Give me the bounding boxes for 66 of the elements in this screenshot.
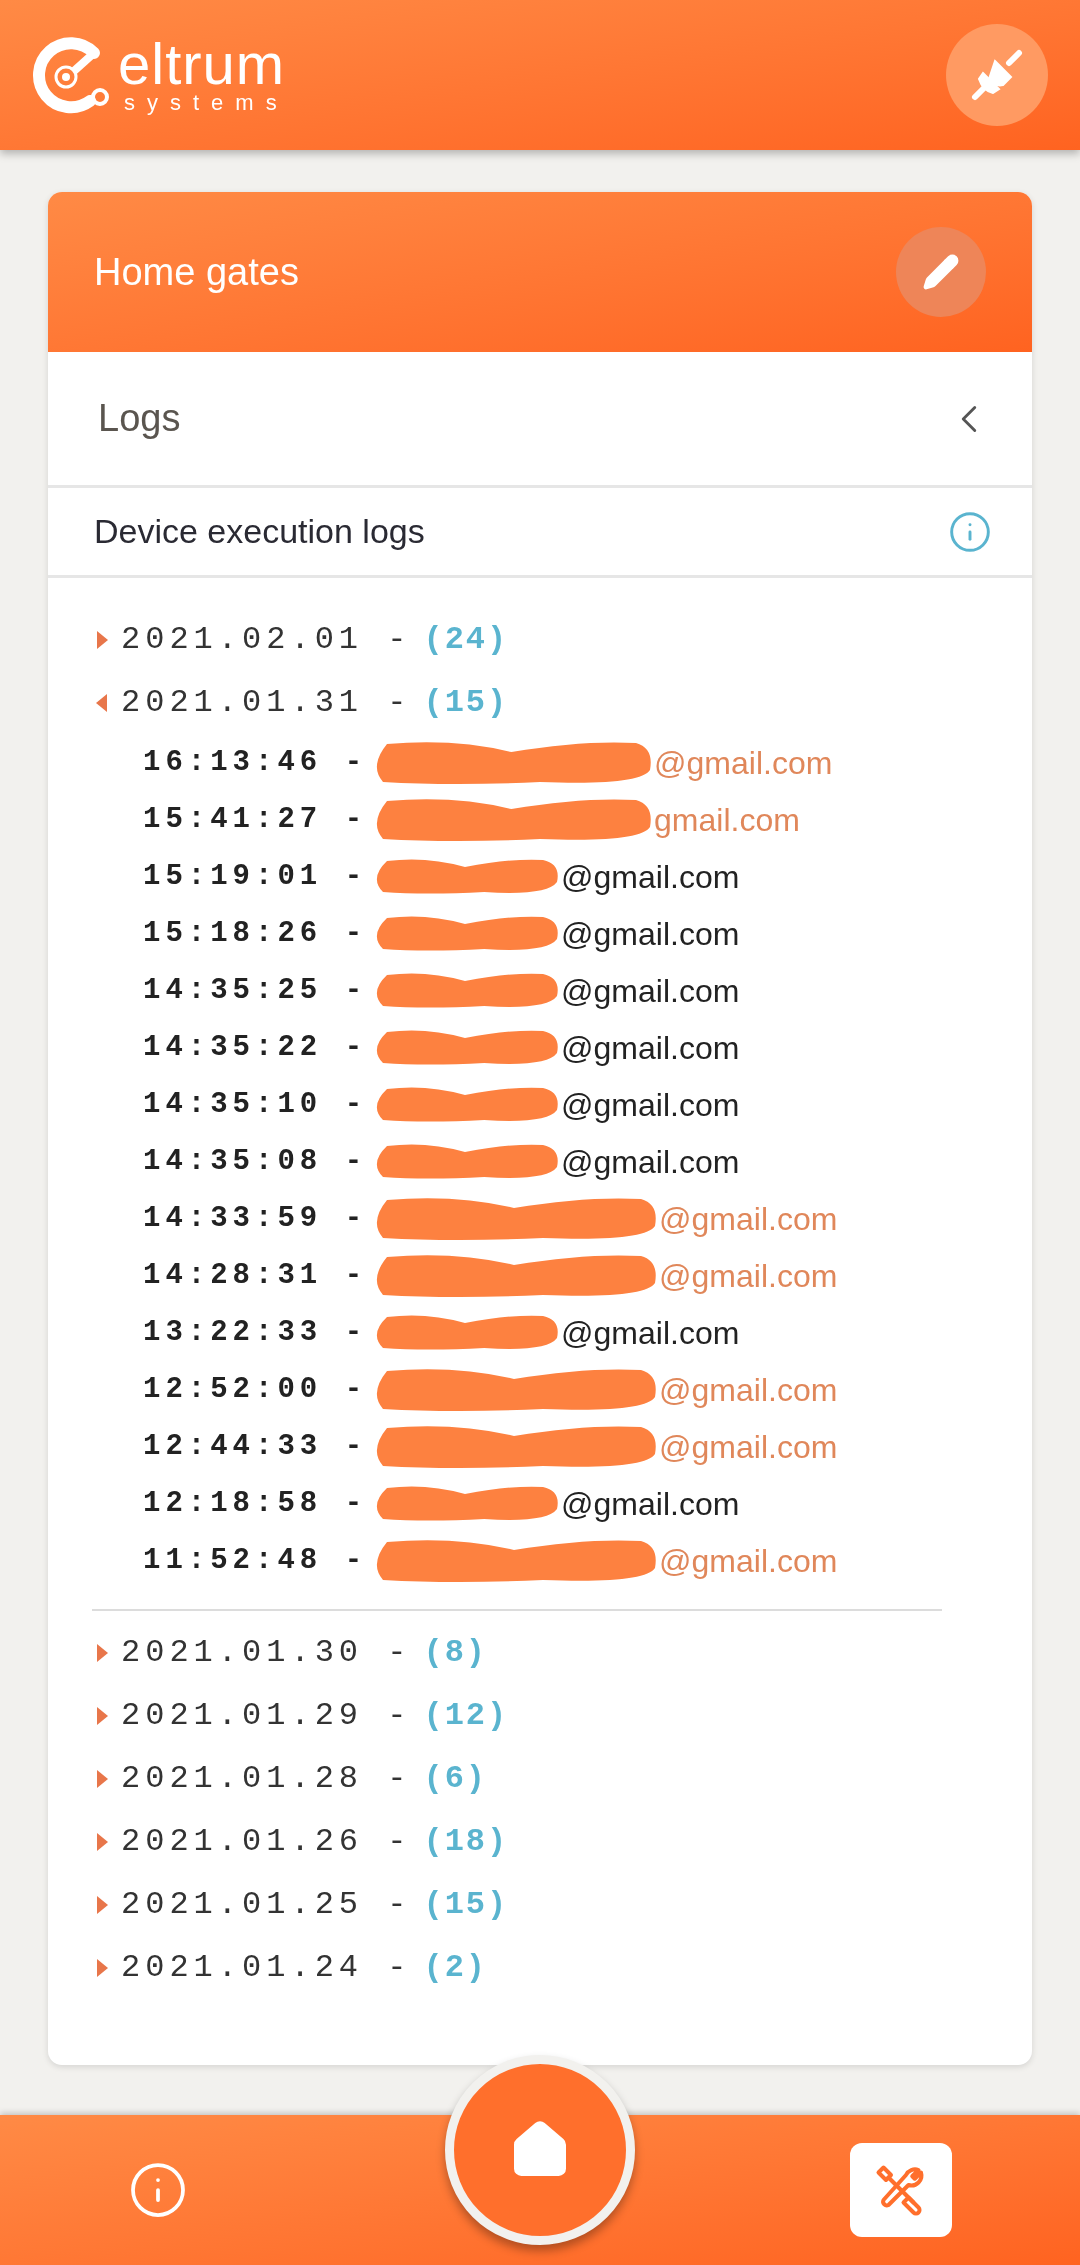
log-time: 14:35:08 - [143,1143,368,1180]
expand-triangle-icon[interactable] [95,1957,109,1978]
log-date[interactable]: 2021.01.28 - [121,1754,412,1803]
log-time: 13:22:33 - [143,1314,368,1351]
log-time: 15:19:01 - [143,858,368,895]
log-date[interactable]: 2021.01.26 - [121,1817,412,1866]
log-count: (24) [423,619,509,660]
log-time: 12:52:00 - [143,1371,368,1408]
log-time: 14:33:59 - [143,1200,368,1237]
user-email: @gmail.com [561,1142,740,1182]
user-email: @gmail.com [659,1370,838,1410]
logo-name: eltrum [118,36,287,92]
user-email: @gmail.com [561,914,740,954]
log-date[interactable]: 2021.01.29 - [121,1691,412,1740]
user-email: @gmail.com [561,1028,740,1068]
log-time: 12:18:58 - [143,1485,368,1522]
log-date[interactable]: 2021.01.24 - [121,1943,412,1992]
log-date[interactable]: 2021.01.31 - [121,678,412,727]
log-time: 14:28:31 - [143,1257,368,1294]
log-date[interactable]: 2021.02.01 - [121,615,412,664]
device-title: Home gates [94,249,299,295]
log-time: 14:35:25 - [143,972,368,1009]
logs-section-header[interactable]: Logs [48,352,1032,488]
user-email: @gmail.com [659,1256,838,1296]
user-email: @gmail.com [561,857,740,897]
user-email: @gmail.com [654,743,833,783]
user-email: @gmail.com [659,1427,838,1467]
collapse-triangle-icon[interactable] [95,692,109,713]
subsection-title: Device execution logs [94,511,425,552]
log-count: (15) [423,1884,509,1925]
user-email: @gmail.com [561,1085,740,1125]
log-time: 14:35:10 - [143,1086,368,1123]
tools-button[interactable] [850,2143,952,2237]
log-count: (15) [423,682,509,723]
log-count: (2) [423,1947,488,1988]
user-email: @gmail.com [561,971,740,1011]
pencil-icon [922,253,960,291]
expand-triangle-icon[interactable] [95,1768,109,1789]
user-email: @gmail.com [561,1484,740,1524]
expand-triangle-icon[interactable] [95,1831,109,1852]
log-count: (12) [423,1695,509,1736]
log-count: (18) [423,1821,509,1862]
user-email: @gmail.com [659,1199,838,1239]
expand-triangle-icon[interactable] [95,1705,109,1726]
log-time: 15:18:26 - [143,915,368,952]
log-count: (6) [423,1758,488,1799]
logo-icon [32,35,112,115]
log-count: (8) [423,1632,488,1673]
expand-triangle-icon[interactable] [95,1894,109,1915]
log-time: 15:41:27 - [143,801,368,838]
section-title: Logs [98,396,181,441]
expand-triangle-icon[interactable] [95,629,109,650]
log-time: 14:35:22 - [143,1029,368,1066]
unplug-icon [969,47,1025,103]
user-email: gmail.com [654,800,800,840]
log-date[interactable]: 2021.01.30 - [121,1628,412,1677]
user-email: @gmail.com [561,1313,740,1353]
expand-triangle-icon[interactable] [95,1642,109,1663]
info-icon[interactable] [128,2160,188,2220]
info-icon[interactable] [948,509,992,554]
log-time: 11:52:48 - [143,1542,368,1579]
log-date[interactable]: 2021.01.25 - [121,1880,412,1929]
log-time: 12:44:33 - [143,1428,368,1465]
user-email: @gmail.com [659,1541,838,1581]
logo-subtitle: systems [123,92,289,114]
log-time: 16:13:46 - [143,744,368,781]
